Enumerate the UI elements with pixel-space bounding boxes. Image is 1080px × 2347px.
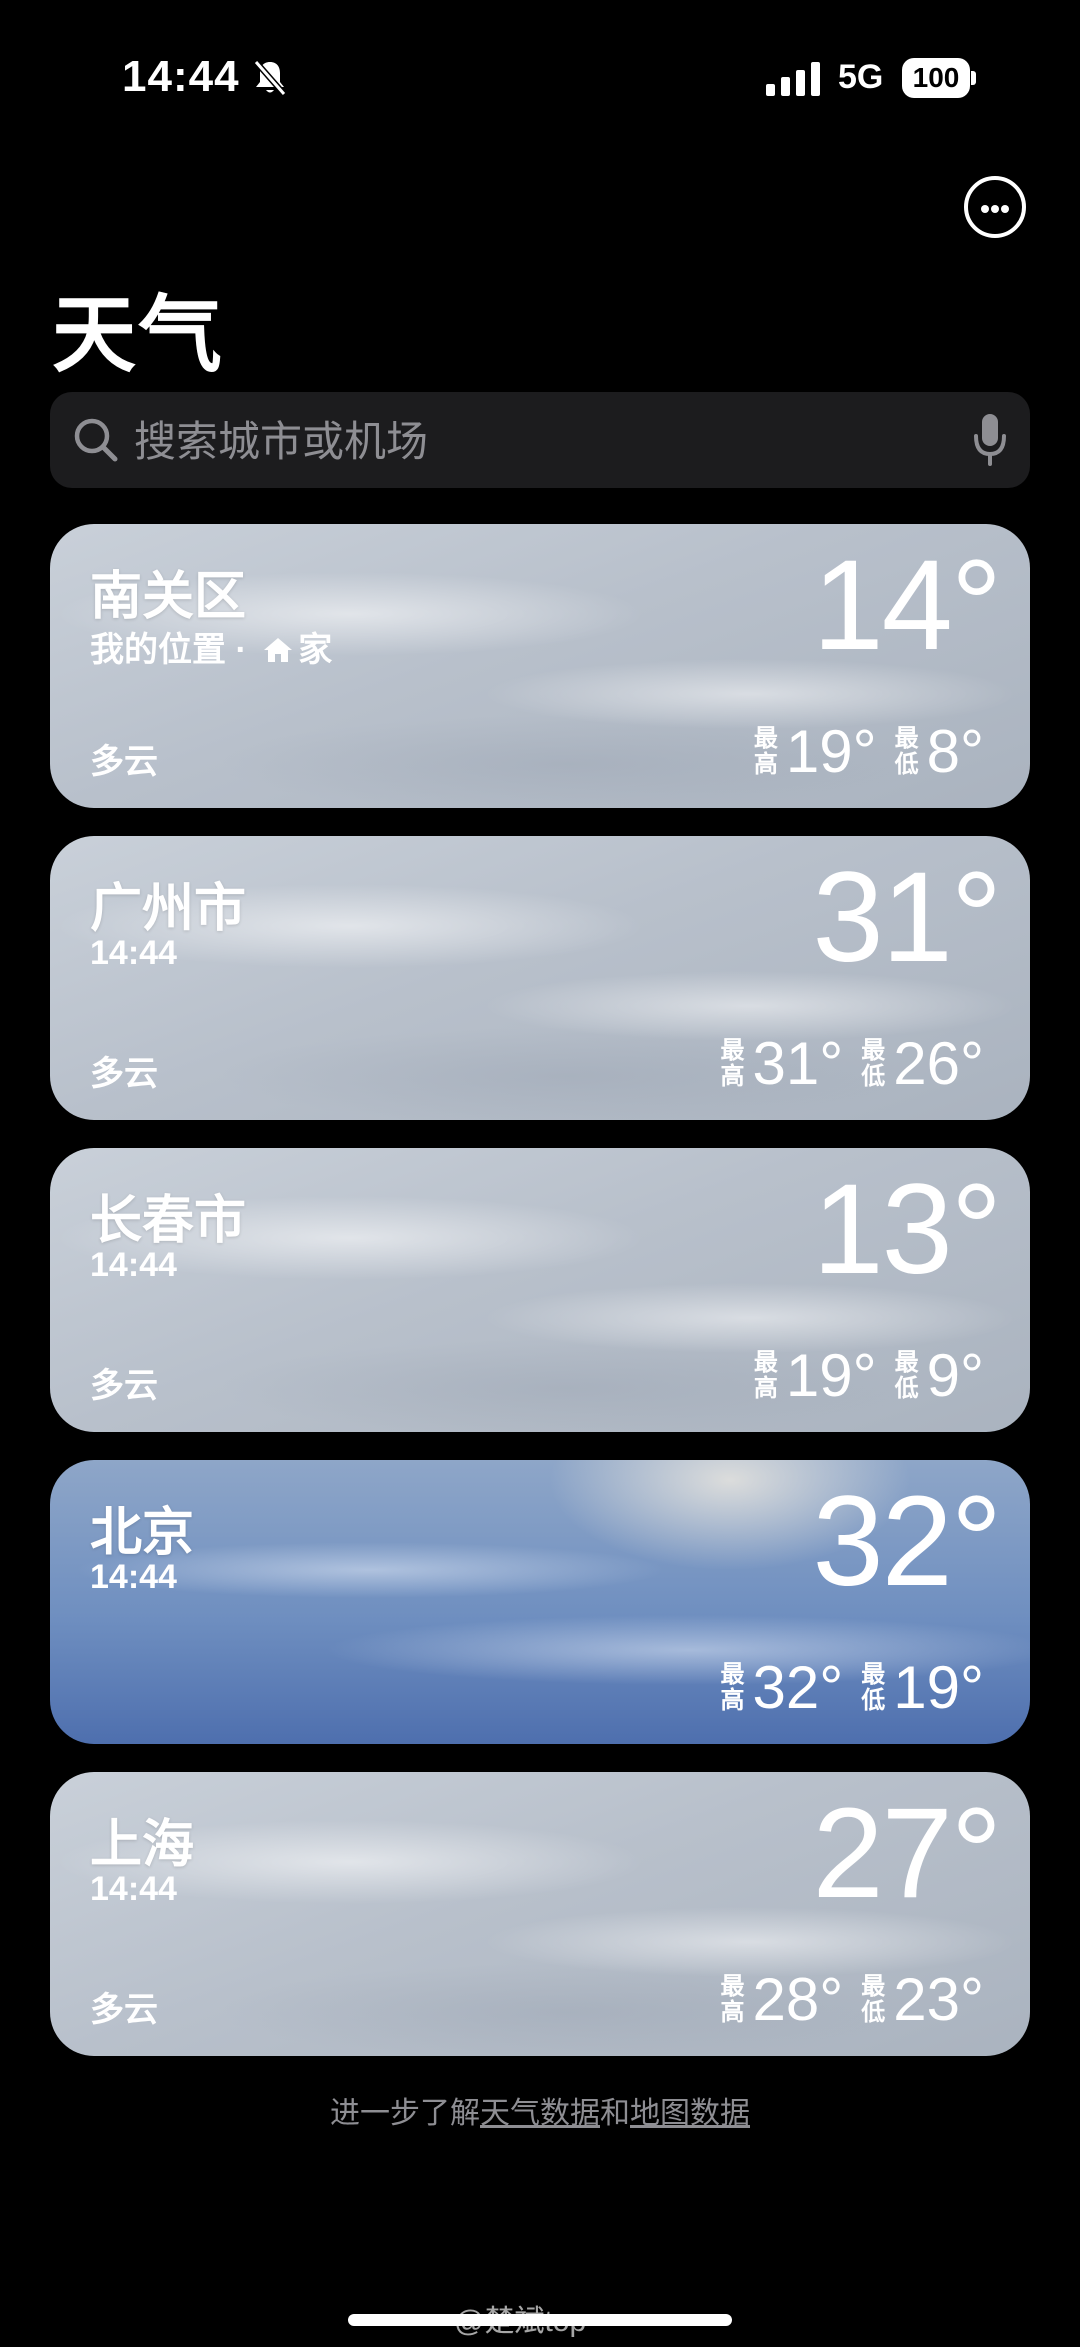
low-label-2: 低: [861, 1687, 886, 1714]
mic-icon[interactable]: [970, 412, 1010, 468]
high-label: 最高: [754, 1350, 778, 1402]
weather-card-shanghai[interactable]: 上海 14:44 多云 27° 最高 28° 最低 23°: [50, 1772, 1030, 2056]
low-label-1: 最: [861, 1661, 886, 1688]
high-label-1: 最: [720, 1973, 745, 2000]
high-label-1: 最: [720, 1661, 745, 1688]
high-low: 最高 19° 最低 9°: [754, 1344, 994, 1408]
condition-label: 多云: [90, 743, 158, 781]
location-subtitle: 我的位置 · 家: [90, 622, 332, 671]
local-time: 14:44: [90, 934, 177, 972]
battery-indicator: 100: [902, 58, 976, 98]
bell-slash-icon: [253, 60, 287, 96]
high-low: 最高 28° 最低 23°: [721, 1968, 994, 2032]
high-temperature: 32°: [752, 1654, 844, 1721]
low-label-1: 最: [861, 1973, 886, 2000]
weather-card-location[interactable]: 南关区 我的位置 · 家 多云 14° 最高 19° 最低 8°: [50, 524, 1030, 808]
low-label: 最低: [895, 726, 919, 778]
high-label-2: 高: [753, 1375, 778, 1402]
low-label-1: 最: [894, 725, 919, 752]
more-dot: [991, 205, 999, 213]
low-label-2: 低: [861, 1063, 886, 1090]
current-temperature: 32°: [812, 1470, 1002, 1613]
battery-level: 100: [902, 58, 970, 98]
current-temperature: 13°: [812, 1158, 1002, 1301]
low-label: 最低: [861, 1974, 885, 2026]
low-label-2: 低: [894, 1375, 919, 1402]
low-temperature: 23°: [893, 1966, 984, 2033]
low-label-2: 低: [861, 1999, 886, 2026]
high-temperature: 31°: [752, 1030, 844, 1097]
high-label: 最高: [721, 1038, 745, 1090]
current-temperature: 14°: [812, 534, 1002, 677]
city-name: 长春市: [90, 1192, 247, 1250]
current-temperature: 31°: [812, 846, 1002, 989]
local-time: 14:44: [90, 1870, 177, 1908]
high-label-2: 高: [720, 1063, 745, 1090]
search-input[interactable]: [132, 392, 976, 490]
weather-screen: 14:44 5G 100 天气 搜索城市或机场 南关区 我的位置 · 家 多云 …: [0, 0, 1080, 2347]
local-time: 14:44: [90, 1558, 177, 1596]
status-bar: 14:44 5G 100: [0, 52, 1080, 112]
home-icon: [264, 638, 293, 662]
low-label-1: 最: [861, 1037, 886, 1064]
low-temperature: 19°: [893, 1654, 984, 1721]
watermark: @楚斌top: [454, 2305, 587, 2338]
low-temperature: 9°: [926, 1342, 984, 1409]
low-label-1: 最: [894, 1349, 919, 1376]
city-name: 广州市: [90, 880, 247, 938]
search-icon: [74, 418, 118, 462]
more-dot: [1001, 205, 1009, 213]
city-name: 北京: [90, 1504, 195, 1562]
high-label-2: 高: [753, 751, 778, 778]
weather-card-beijing[interactable]: 北京 14:44 32° 最高 32° 最低 19°: [50, 1460, 1030, 1744]
local-time: 14:44: [90, 1246, 177, 1284]
high-label-2: 高: [720, 1999, 745, 2026]
footer-prefix: 进一步了解: [330, 2097, 480, 2130]
weather-data-link[interactable]: 天气数据: [480, 2097, 600, 2130]
city-name: 上海: [90, 1816, 195, 1874]
high-temperature: 28°: [752, 1966, 844, 2033]
high-label-1: 最: [753, 725, 778, 752]
low-temperature: 26°: [893, 1030, 984, 1097]
high-low: 最高 31° 最低 26°: [721, 1032, 994, 1096]
low-label-2: 低: [894, 751, 919, 778]
high-low: 最高 19° 最低 8°: [754, 720, 994, 784]
condition-label: 多云: [90, 1055, 158, 1093]
high-label: 最高: [721, 1974, 745, 2026]
network-type: 5G: [838, 58, 884, 96]
low-label: 最低: [861, 1038, 885, 1090]
high-low: 最高 32° 最低 19°: [721, 1656, 994, 1720]
status-time: 14:44: [122, 52, 240, 101]
battery-tip: [971, 71, 976, 85]
current-temperature: 27°: [812, 1782, 1002, 1925]
weather-card-changchun[interactable]: 长春市 14:44 多云 13° 最高 19° 最低 9°: [50, 1148, 1030, 1432]
high-label-2: 高: [720, 1687, 745, 1714]
low-label: 最低: [861, 1662, 885, 1714]
footer-joiner: 和: [600, 2097, 630, 2130]
high-label: 最高: [721, 1662, 745, 1714]
more-dot: [981, 205, 989, 213]
condition-label: 多云: [90, 1991, 158, 2029]
city-name: 南关区: [90, 568, 247, 626]
low-temperature: 8°: [926, 718, 984, 785]
weather-card-guangzhou[interactable]: 广州市 14:44 多云 31° 最高 31° 最低 26°: [50, 836, 1030, 1120]
low-label: 最低: [895, 1350, 919, 1402]
my-location-label: 我的位置 ·: [90, 631, 257, 669]
data-attribution: 进一步了解天气数据和地图数据: [0, 2088, 1080, 2132]
cellular-signal-icon: [766, 62, 820, 96]
page-title: 天气: [52, 288, 225, 382]
map-data-link[interactable]: 地图数据: [630, 2097, 750, 2130]
high-temperature: 19°: [785, 718, 877, 785]
high-label: 最高: [754, 726, 778, 778]
high-label-1: 最: [720, 1037, 745, 1064]
home-label: 家: [298, 631, 333, 669]
high-temperature: 19°: [785, 1342, 877, 1409]
search-bar[interactable]: [50, 392, 1030, 490]
high-label-1: 最: [753, 1349, 778, 1376]
condition-label: 多云: [90, 1367, 158, 1405]
ellipsis-circle-icon[interactable]: [964, 176, 1026, 238]
